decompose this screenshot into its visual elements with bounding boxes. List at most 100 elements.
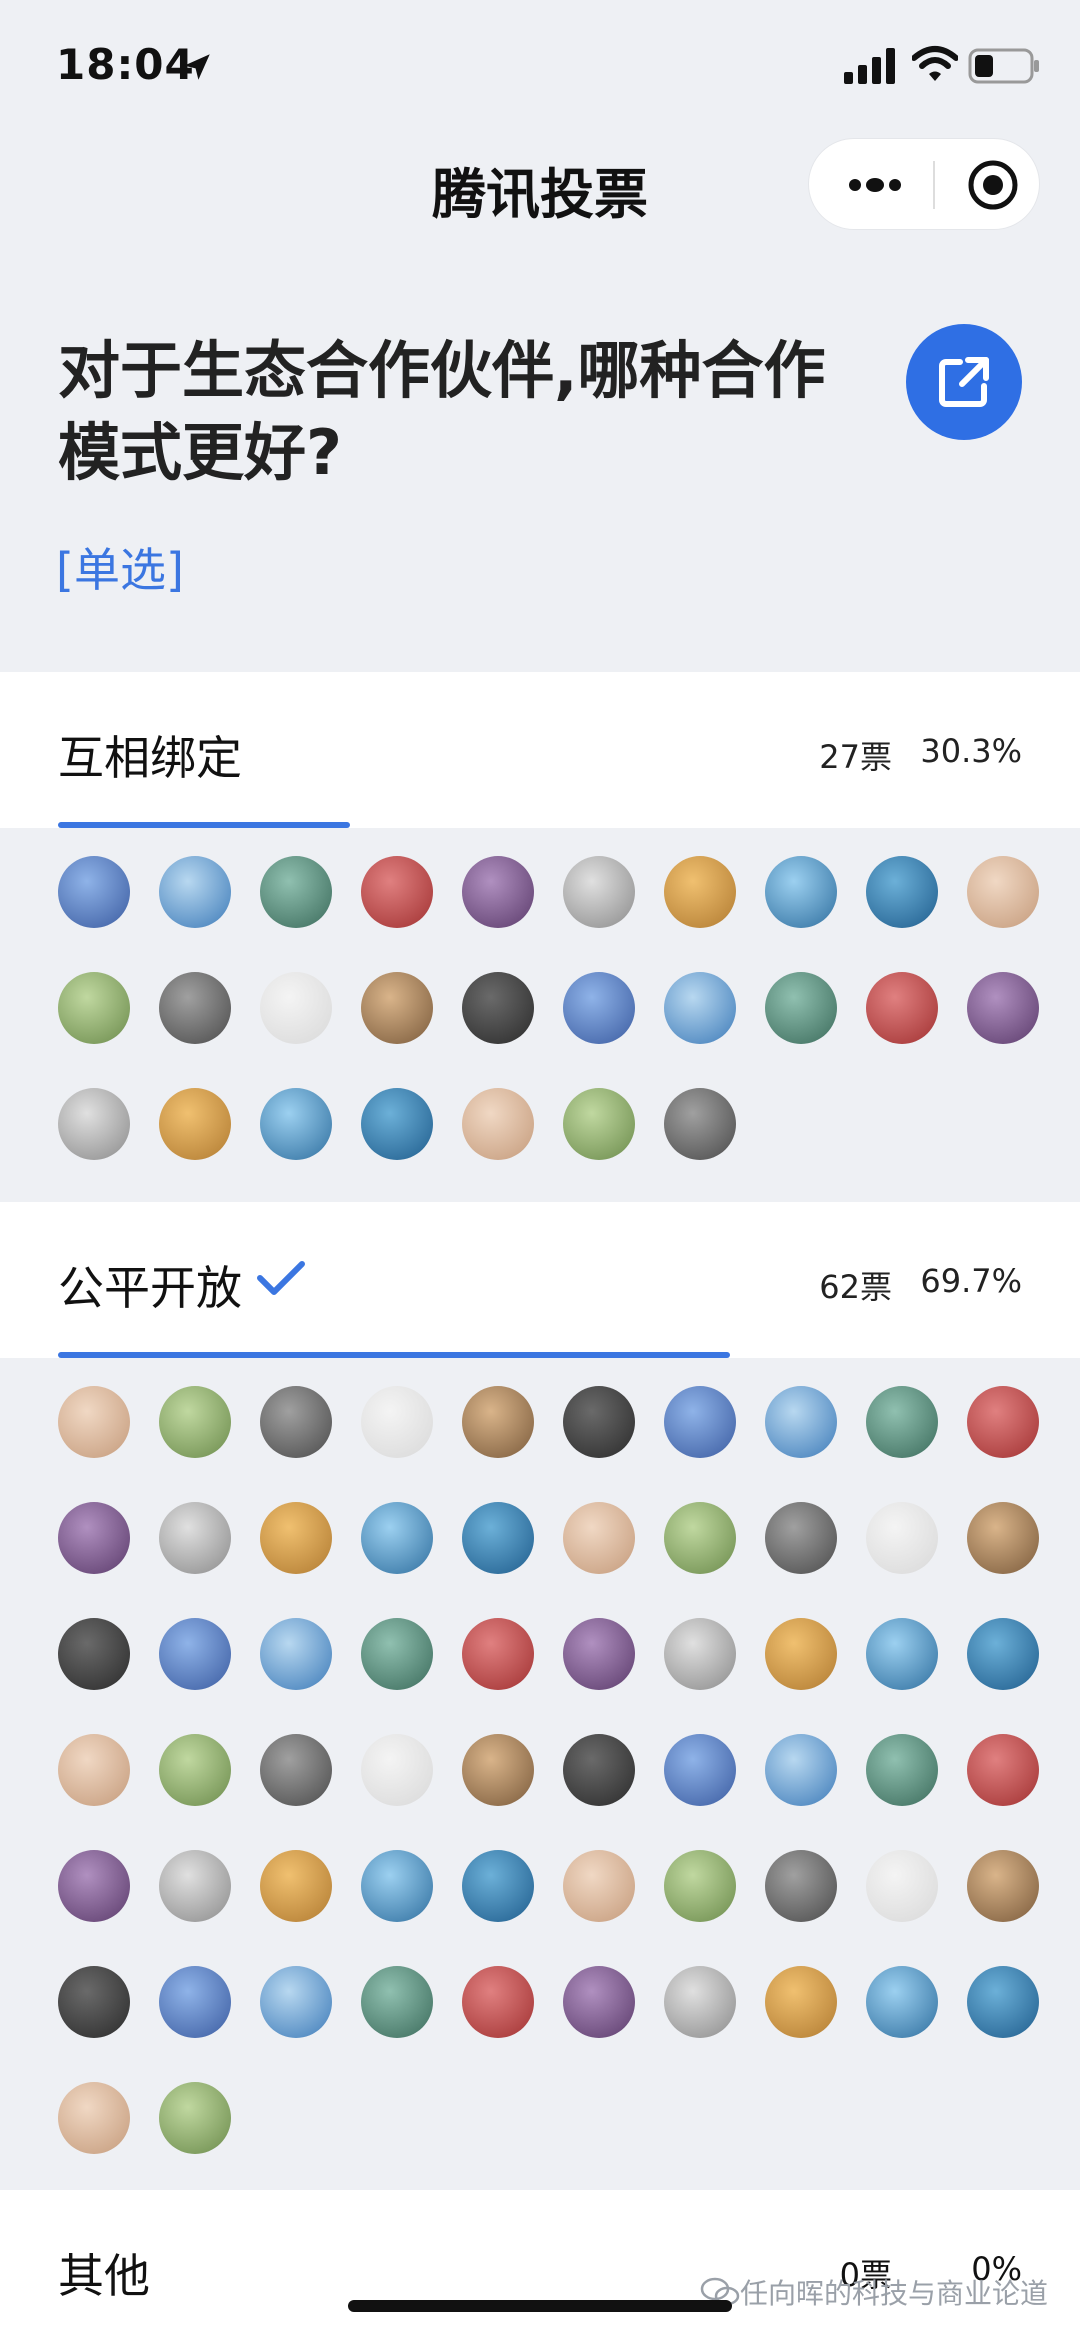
more-dots-icon[interactable] [845,169,905,201]
voter-avatar[interactable] [664,972,736,1044]
voter-avatar[interactable] [563,1966,635,2038]
voter-avatar[interactable] [361,1502,433,1574]
voter-avatar[interactable] [58,1386,130,1458]
target-close-icon[interactable] [965,157,1021,213]
voter-avatar[interactable] [866,1850,938,1922]
voter-avatar[interactable] [563,1734,635,1806]
voter-avatar[interactable] [765,1734,837,1806]
voter-avatar[interactable] [765,1850,837,1922]
voter-avatar[interactable] [765,972,837,1044]
voter-avatar[interactable] [462,1734,534,1806]
voter-avatar[interactable] [664,1618,736,1690]
voter-avatar[interactable] [260,1966,332,2038]
voter-avatar[interactable] [664,1088,736,1160]
voter-avatar[interactable] [866,1386,938,1458]
voter-avatar[interactable] [967,856,1039,928]
voter-avatar[interactable] [361,1734,433,1806]
voter-avatar[interactable] [462,1088,534,1160]
voter-avatar[interactable] [159,1850,231,1922]
voter-avatar[interactable] [58,1502,130,1574]
voter-avatar[interactable] [159,1966,231,2038]
voter-avatar[interactable] [967,972,1039,1044]
voter-avatar[interactable] [260,856,332,928]
voter-avatar[interactable] [361,972,433,1044]
voter-avatar[interactable] [159,856,231,928]
voter-avatar[interactable] [58,856,130,928]
voter-avatar[interactable] [361,1966,433,2038]
voter-avatar[interactable] [361,856,433,928]
voter-avatar[interactable] [765,1966,837,2038]
voter-avatar[interactable] [260,1088,332,1160]
voter-avatar[interactable] [159,1088,231,1160]
voter-avatar[interactable] [563,1088,635,1160]
voter-avatar[interactable] [563,856,635,928]
voter-avatar[interactable] [462,1850,534,1922]
voter-avatar[interactable] [462,1966,534,2038]
voter-avatar[interactable] [361,1386,433,1458]
voter-avatar[interactable] [260,1618,332,1690]
voter-avatar[interactable] [58,2082,130,2154]
voter-avatar[interactable] [58,1966,130,2038]
voter-avatar[interactable] [866,1966,938,2038]
voter-avatar[interactable] [260,972,332,1044]
voter-avatar[interactable] [159,1386,231,1458]
voter-avatar[interactable] [159,1734,231,1806]
voter-avatar[interactable] [563,1850,635,1922]
voter-avatar[interactable] [664,1966,736,2038]
option-row[interactable]: 互相绑定 27票 30.3% [0,672,1080,828]
voter-avatar[interactable] [462,1502,534,1574]
option-votes: 62票 [819,1268,892,1306]
voter-avatar[interactable] [765,1618,837,1690]
voter-avatar[interactable] [866,1734,938,1806]
wifi-icon [912,46,958,81]
voter-avatar[interactable] [866,972,938,1044]
voter-avatar[interactable] [866,856,938,928]
voter-avatar[interactable] [563,972,635,1044]
voter-avatar[interactable] [462,1618,534,1690]
voter-avatar[interactable] [58,1734,130,1806]
voter-avatar[interactable] [159,1502,231,1574]
voter-avatar[interactable] [664,1850,736,1922]
voter-avatar[interactable] [361,1088,433,1160]
voter-avatar[interactable] [58,972,130,1044]
voter-avatar[interactable] [664,1502,736,1574]
home-indicator [348,2300,732,2312]
voter-avatar[interactable] [159,1618,231,1690]
voter-avatar[interactable] [563,1386,635,1458]
voter-avatar[interactable] [967,1850,1039,1922]
voter-avatar[interactable] [260,1734,332,1806]
voter-avatar[interactable] [563,1618,635,1690]
voter-avatar[interactable] [967,1734,1039,1806]
voter-avatar[interactable] [664,1734,736,1806]
option-percent: 30.3% [920,732,1022,770]
voter-avatar[interactable] [765,1502,837,1574]
voter-avatar[interactable] [260,1850,332,1922]
voter-avatar[interactable] [765,856,837,928]
voter-avatar[interactable] [159,2082,231,2154]
voter-avatar[interactable] [664,1386,736,1458]
voter-avatar[interactable] [967,1966,1039,2038]
voter-avatar[interactable] [462,972,534,1044]
voter-avatar[interactable] [58,1618,130,1690]
voter-avatar[interactable] [563,1502,635,1574]
voter-avatar[interactable] [866,1618,938,1690]
voter-avatar[interactable] [260,1502,332,1574]
voter-avatar[interactable] [866,1502,938,1574]
voter-avatar[interactable] [967,1386,1039,1458]
voter-avatar[interactable] [765,1386,837,1458]
voter-avatar[interactable] [260,1386,332,1458]
voter-avatar[interactable] [58,1088,130,1160]
voter-avatar[interactable] [967,1618,1039,1690]
voter-avatar[interactable] [361,1850,433,1922]
voter-avatar[interactable] [967,1502,1039,1574]
share-button[interactable] [906,324,1022,440]
option-row[interactable]: 公平开放 62票 69.7% [0,1202,1080,1358]
option-label: 其他 [58,2249,150,2303]
option-row-other[interactable]: 其他 0票 0% [0,2190,1080,2339]
voter-avatar[interactable] [159,972,231,1044]
voter-avatar[interactable] [664,856,736,928]
voter-avatar[interactable] [58,1850,130,1922]
voter-avatar[interactable] [462,1386,534,1458]
voter-avatar[interactable] [462,856,534,928]
voter-avatar[interactable] [361,1618,433,1690]
